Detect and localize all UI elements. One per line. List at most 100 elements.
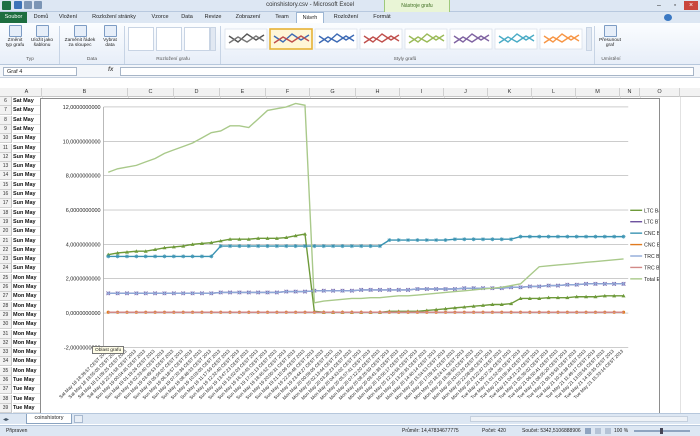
save-as-template-button[interactable]: Uložit jako šablonu (28, 25, 56, 48)
move-chart-button[interactable]: Přesunout graf (597, 25, 623, 48)
help-icon[interactable] (664, 14, 672, 21)
tab-format[interactable]: Formát (368, 12, 396, 23)
row-header[interactable]: 20 (0, 227, 12, 237)
series-line-trc-balance[interactable] (108, 283, 624, 295)
series-line-cnc-balance[interactable] (108, 235, 624, 258)
row-header[interactable]: 9 (0, 124, 12, 134)
cell-a[interactable]: Mon May (13, 302, 42, 311)
chart-layout-1[interactable] (128, 27, 154, 51)
row-header[interactable]: 21 (0, 236, 12, 246)
column-header-n[interactable]: N (620, 88, 640, 97)
sheet-tab-coinshistory[interactable]: coinshistory (26, 414, 72, 424)
chart-styles-gallery[interactable] (224, 28, 586, 50)
cell-a[interactable]: Tue May (13, 385, 42, 395)
cell-a[interactable]: Mon May (13, 292, 42, 302)
layouts-more-icon[interactable] (210, 27, 216, 51)
tab-data[interactable]: Data (176, 12, 198, 23)
page-layout-view-icon[interactable] (595, 428, 601, 434)
column-header-f[interactable]: F (266, 88, 310, 97)
cell-a[interactable]: Mon May (13, 330, 42, 339)
cell-a[interactable]: Tue May (13, 395, 42, 404)
cell-a[interactable]: Sat May (13, 97, 42, 106)
cell-a[interactable]: Sat May (13, 106, 42, 116)
chart-area[interactable]: -2,00000000000,00000000002,00000000004,0… (40, 98, 660, 415)
close-icon[interactable]: × (684, 1, 698, 10)
row-header[interactable]: 16 (0, 190, 12, 199)
column-header-o[interactable]: O (640, 88, 680, 97)
column-header-m[interactable]: M (576, 88, 620, 97)
column-header-b[interactable]: B (42, 88, 128, 97)
normal-view-icon[interactable] (585, 428, 591, 434)
cell-a[interactable]: Mon May (13, 274, 42, 283)
cell-a[interactable]: Sun May (13, 199, 42, 209)
column-header-c[interactable]: C (128, 88, 174, 97)
row-header[interactable]: 10 (0, 134, 12, 144)
cell-a[interactable]: Sun May (13, 218, 42, 227)
tab-design[interactable]: Návrh (296, 12, 324, 23)
row-header[interactable]: 23 (0, 255, 12, 265)
cell-a[interactable]: Sun May (13, 209, 42, 218)
page-break-view-icon[interactable] (605, 428, 611, 434)
column-header-k[interactable]: K (488, 88, 532, 97)
column-header-g[interactable]: G (310, 88, 356, 97)
row-header[interactable]: 28 (0, 301, 12, 311)
row-header[interactable]: 32 (0, 338, 12, 348)
insert-sheet-icon[interactable] (74, 415, 83, 423)
row-header[interactable]: 31 (0, 329, 12, 339)
series-line-total-eur[interactable] (107, 102, 624, 304)
row-header[interactable]: 38 (0, 394, 12, 404)
cell-a[interactable]: Sun May (13, 190, 42, 199)
row-header[interactable]: 35 (0, 366, 12, 376)
row-header[interactable]: 27 (0, 292, 12, 302)
row-header[interactable]: 17 (0, 199, 12, 209)
column-header-h[interactable]: H (356, 88, 400, 97)
cell-a[interactable]: Sat May (13, 116, 42, 125)
tab-file[interactable]: Soubor (0, 12, 27, 23)
cell-a[interactable]: Sun May (13, 153, 42, 162)
row-header[interactable]: 36 (0, 376, 12, 385)
tab-view[interactable]: Zobrazení (228, 12, 268, 23)
row-header[interactable]: 24 (0, 264, 12, 274)
column-header-d[interactable]: D (174, 88, 220, 97)
row-header[interactable]: 26 (0, 283, 12, 292)
cell-a[interactable]: Sun May (13, 264, 42, 274)
row-header[interactable]: 13 (0, 162, 12, 172)
cell-a[interactable]: Mon May (13, 339, 42, 348)
row-header[interactable]: 7 (0, 106, 12, 116)
select-data-button[interactable]: Vybrat data (99, 25, 121, 48)
row-header[interactable]: 6 (0, 97, 12, 106)
cell-a[interactable]: Mon May (13, 311, 42, 320)
cell-a[interactable]: Sun May (13, 162, 42, 172)
zoom-slider-thumb[interactable] (660, 428, 663, 434)
tab-review[interactable]: Revize (200, 12, 226, 23)
cell-a[interactable]: Mon May (13, 283, 42, 292)
tab-formulas[interactable]: Vzorce (146, 12, 174, 23)
name-box[interactable]: Graf 4 (3, 67, 77, 76)
cell-a[interactable]: Tue May (13, 376, 42, 385)
cell-a[interactable]: Tue May (13, 404, 42, 413)
row-header[interactable]: 14 (0, 171, 12, 181)
row-header[interactable]: 30 (0, 320, 12, 330)
row-header[interactable]: 8 (0, 115, 12, 125)
row-header[interactable]: 39 (0, 403, 12, 413)
restore-icon[interactable]: ▫ (668, 1, 682, 10)
horizontal-scrollbar[interactable] (470, 416, 688, 422)
styles-more-icon[interactable] (586, 27, 592, 51)
cell-a[interactable]: Sun May (13, 255, 42, 265)
change-chart-type-button[interactable]: Změnit typ grafu (3, 25, 27, 48)
chart-layout-3[interactable] (184, 27, 210, 51)
row-header[interactable]: 12 (0, 152, 12, 162)
cell-a[interactable]: Sun May (13, 144, 42, 153)
row-header[interactable]: 29 (0, 310, 12, 320)
tab-page-layout[interactable]: Rozložení stránky (84, 12, 144, 23)
tab-insert[interactable]: Vložení (54, 12, 82, 23)
fx-icon[interactable]: fx (108, 67, 113, 73)
sheet-nav-icon[interactable]: ◂▸ (3, 416, 9, 423)
cell-a[interactable]: Mon May (13, 320, 42, 330)
minimize-icon[interactable]: – (652, 1, 666, 10)
cell-a[interactable]: Mon May (13, 348, 42, 358)
cell-a[interactable]: Sat May (13, 125, 42, 134)
column-header-a[interactable]: A (12, 88, 42, 97)
cell-a[interactable]: Sun May (13, 171, 42, 181)
column-header-l[interactable]: L (532, 88, 576, 97)
